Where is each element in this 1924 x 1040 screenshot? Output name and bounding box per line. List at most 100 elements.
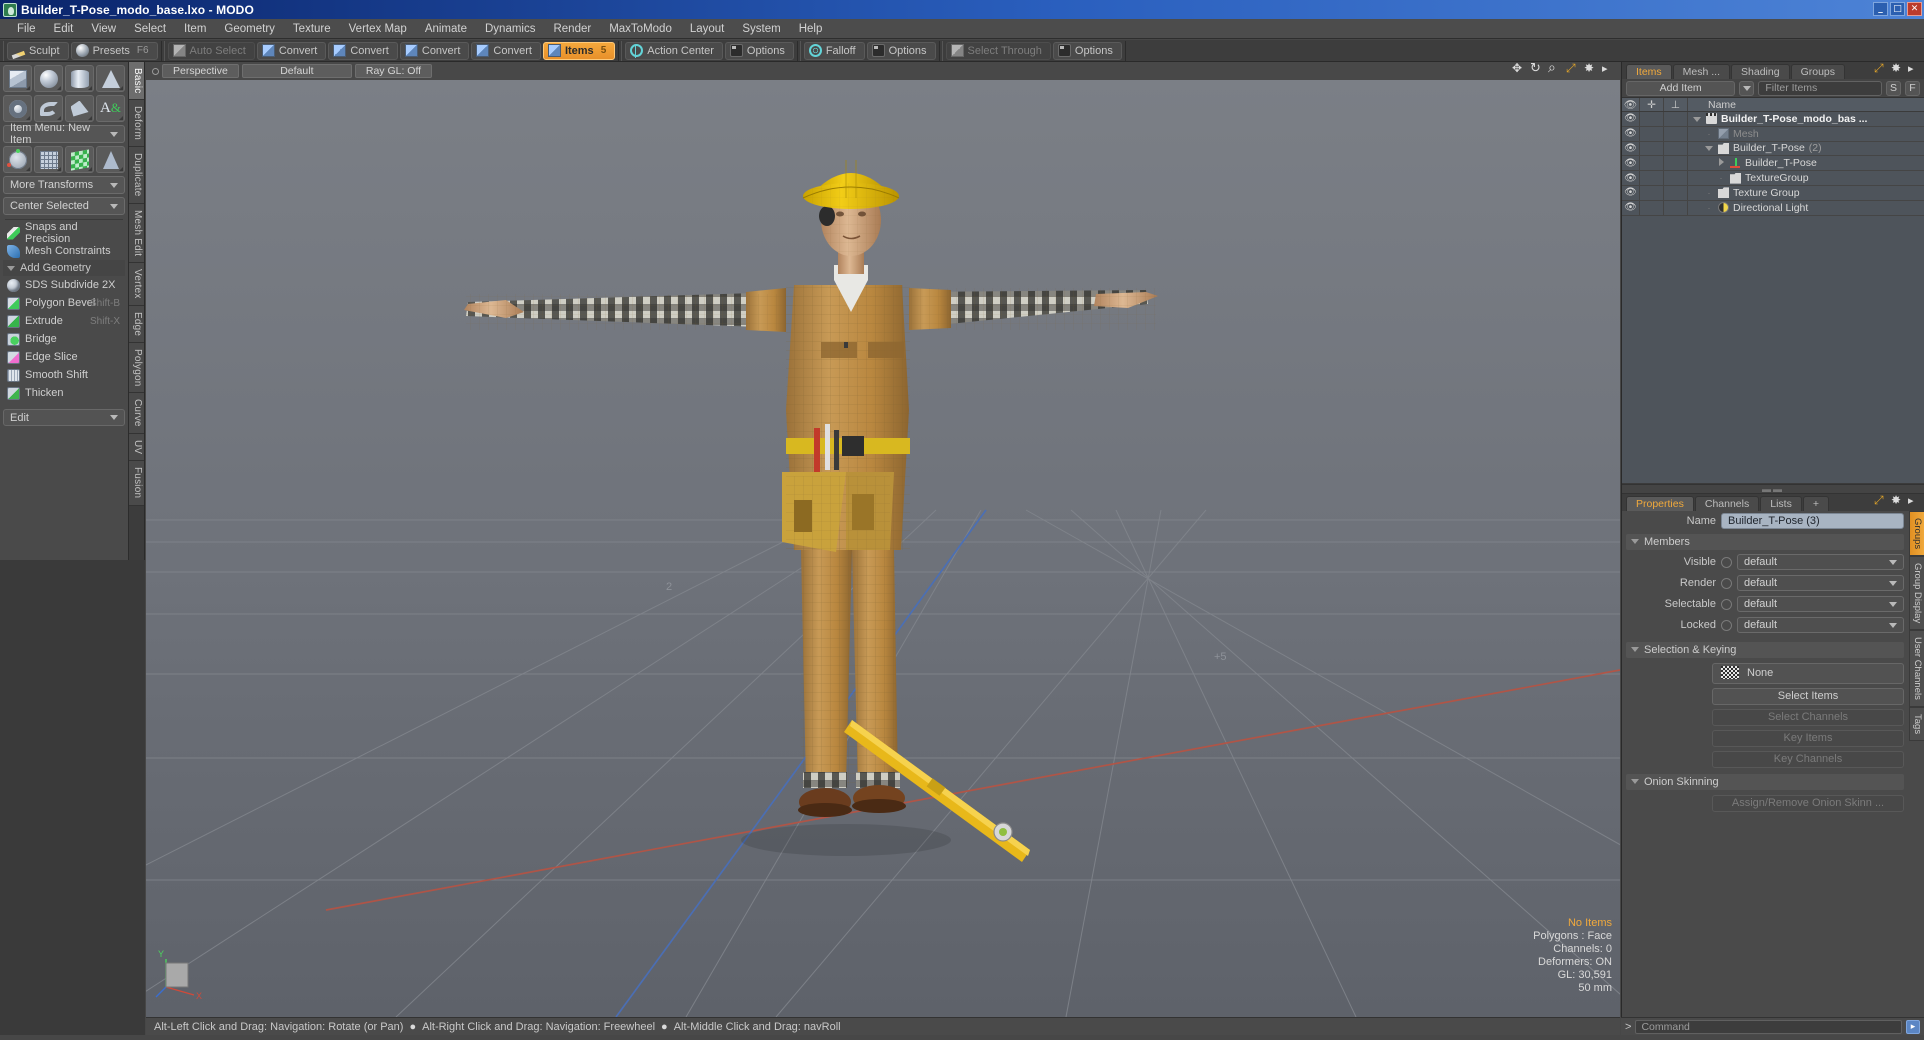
- tool-tab-vertex[interactable]: Vertex: [129, 263, 144, 306]
- onion-skinning-button[interactable]: Assign/Remove Onion Skinn ...: [1712, 794, 1904, 812]
- geometry-sds-subdivide-2x[interactable]: SDS Subdivide 2X: [3, 276, 125, 294]
- member-toggle[interactable]: [1721, 577, 1732, 589]
- geometry-extrude[interactable]: Extrude Shift-X: [3, 312, 125, 330]
- close-button[interactable]: ✕: [1907, 2, 1922, 16]
- menu-texture[interactable]: Texture: [284, 21, 340, 37]
- item-name-cell[interactable]: Builder_T-Pose_modo_bas ...: [1688, 113, 1924, 125]
- menu-layout[interactable]: Layout: [681, 21, 734, 37]
- menu-item[interactable]: Item: [175, 21, 215, 37]
- menu-animate[interactable]: Animate: [416, 21, 476, 37]
- cylinder-tool[interactable]: [65, 65, 94, 92]
- cone-tool[interactable]: [96, 65, 125, 92]
- geometry-thicken[interactable]: Thicken: [3, 384, 125, 402]
- center-selected-dropdown[interactable]: Center Selected: [3, 197, 125, 215]
- member-toggle[interactable]: [1721, 598, 1732, 610]
- viewport-raygl-tag[interactable]: Ray GL: Off: [354, 64, 433, 78]
- tessellate-tool[interactable]: [96, 146, 125, 173]
- side-tab-groups[interactable]: Groups: [1909, 510, 1924, 556]
- toolbar-presets-button[interactable]: Presets F6: [70, 41, 158, 60]
- transform-tool[interactable]: [3, 146, 32, 173]
- item-name-cell[interactable]: · TextureGroup: [1688, 172, 1924, 184]
- transform-cell[interactable]: [1664, 112, 1688, 126]
- capsule-tool[interactable]: [34, 95, 63, 122]
- arrow-icon[interactable]: [1908, 62, 1920, 76]
- item-name-cell[interactable]: · Directional Light: [1688, 202, 1924, 214]
- toolbar-action-center-button[interactable]: Action Center: [625, 41, 723, 60]
- item-name-cell[interactable]: · Mesh: [1688, 128, 1924, 140]
- grid-tool[interactable]: [34, 146, 63, 173]
- tool-tab-curve[interactable]: Curve: [129, 393, 144, 435]
- tab-mesh-[interactable]: Mesh ...: [1672, 64, 1731, 79]
- tab-items[interactable]: Items: [1626, 64, 1672, 79]
- character-model[interactable]: [146, 80, 1620, 1017]
- gear-icon[interactable]: [1891, 61, 1903, 76]
- lock-cell[interactable]: [1640, 171, 1664, 185]
- transform-cell[interactable]: [1664, 126, 1688, 141]
- item-row[interactable]: 👁 Builder_T-Pose_modo_bas ...: [1622, 112, 1924, 127]
- toolbar-auto-select-button[interactable]: Auto Select: [167, 41, 255, 60]
- menu-file[interactable]: File: [8, 21, 45, 37]
- tab-shading[interactable]: Shading: [1731, 64, 1790, 79]
- tool-tab-duplicate[interactable]: Duplicate: [129, 147, 144, 204]
- checker-tool[interactable]: [65, 146, 94, 173]
- polygon-tool[interactable]: [65, 95, 94, 122]
- item-row[interactable]: 👁 Builder_T-Pose: [1622, 156, 1924, 172]
- name-field[interactable]: Builder_T-Pose (3): [1721, 513, 1904, 530]
- member-select[interactable]: default: [1737, 596, 1904, 613]
- items-tree-empty-area[interactable]: [1622, 215, 1924, 484]
- item-row[interactable]: 👁 · Mesh: [1622, 126, 1924, 142]
- expanded-triangle-icon[interactable]: [1704, 143, 1714, 153]
- visibility-eye-icon[interactable]: 👁: [1622, 200, 1640, 215]
- geometry-smooth-shift[interactable]: Smooth Shift: [3, 366, 125, 384]
- tool-tab-uv[interactable]: UV: [129, 434, 144, 462]
- minimize-button[interactable]: _: [1873, 2, 1888, 16]
- item-row[interactable]: 👁 · Directional Light: [1622, 200, 1924, 216]
- selection-keying-section-header[interactable]: Selection & Keying: [1626, 641, 1904, 658]
- item-name-cell[interactable]: · Texture Group: [1688, 187, 1924, 199]
- zoom-icon[interactable]: [1548, 62, 1560, 76]
- visibility-eye-icon[interactable]: 👁: [1622, 112, 1640, 126]
- transform-cell[interactable]: [1664, 156, 1688, 171]
- item-row[interactable]: 👁 · TextureGroup: [1622, 171, 1924, 186]
- toolbar-options-button[interactable]: Options: [866, 41, 936, 60]
- menu-render[interactable]: Render: [544, 21, 600, 37]
- member-toggle[interactable]: [1721, 556, 1732, 568]
- geometry-edge-slice[interactable]: Edge Slice: [3, 348, 125, 366]
- gear-icon[interactable]: [1891, 493, 1903, 508]
- mesh-constraints-item[interactable]: Mesh Constraints: [3, 242, 125, 260]
- tab-properties[interactable]: Properties: [1626, 495, 1694, 511]
- arrow-icon[interactable]: [1908, 494, 1920, 508]
- add-geometry-section[interactable]: Add Geometry: [3, 260, 125, 276]
- tool-tab-basic[interactable]: Basic: [129, 62, 144, 101]
- rotate-icon[interactable]: [1530, 62, 1542, 76]
- filter-f-button[interactable]: F: [1905, 80, 1920, 96]
- tool-tab-fusion[interactable]: Fusion: [129, 461, 144, 506]
- filter-s-button[interactable]: S: [1886, 80, 1901, 96]
- snaps-and-precision-item[interactable]: Snaps and Precision: [3, 221, 125, 245]
- toolbar-options-button[interactable]: Options: [724, 41, 794, 60]
- member-select[interactable]: default: [1737, 554, 1904, 571]
- lock-cell[interactable]: [1640, 126, 1664, 141]
- viewport-menu-icon[interactable]: [152, 67, 159, 75]
- more-transforms-dropdown[interactable]: More Transforms: [3, 176, 125, 194]
- menu-dynamics[interactable]: Dynamics: [476, 21, 544, 37]
- item-name-cell[interactable]: Builder_T-Pose: [1688, 157, 1924, 169]
- tool-tab-mesh-edit[interactable]: Mesh Edit: [129, 203, 144, 264]
- geometry-polygon-bevel[interactable]: Polygon Bevel Shift-B: [3, 294, 125, 312]
- add-item-dropdown[interactable]: [1739, 80, 1755, 96]
- menu-vertex-map[interactable]: Vertex Map: [340, 21, 416, 37]
- member-select[interactable]: default: [1737, 575, 1904, 592]
- filter-items-input[interactable]: Filter Items: [1758, 80, 1882, 96]
- menu-help[interactable]: Help: [790, 21, 832, 37]
- side-tab-tags[interactable]: Tags: [1909, 706, 1924, 741]
- maximize-button[interactable]: □: [1890, 2, 1905, 16]
- expand-icon[interactable]: [1566, 62, 1578, 76]
- edit-dropdown[interactable]: Edit: [3, 409, 125, 426]
- item-menu-dropdown[interactable]: Item Menu: New Item: [3, 122, 125, 146]
- add-item-button[interactable]: Add Item: [1626, 80, 1736, 96]
- expanded-triangle-icon[interactable]: [1692, 114, 1702, 124]
- expand-icon[interactable]: [1874, 493, 1886, 508]
- axis-gizmo[interactable]: Y X: [154, 947, 210, 1003]
- lock-cell[interactable]: [1640, 200, 1664, 215]
- toolbar-sculpt-button[interactable]: Sculpt: [7, 41, 69, 60]
